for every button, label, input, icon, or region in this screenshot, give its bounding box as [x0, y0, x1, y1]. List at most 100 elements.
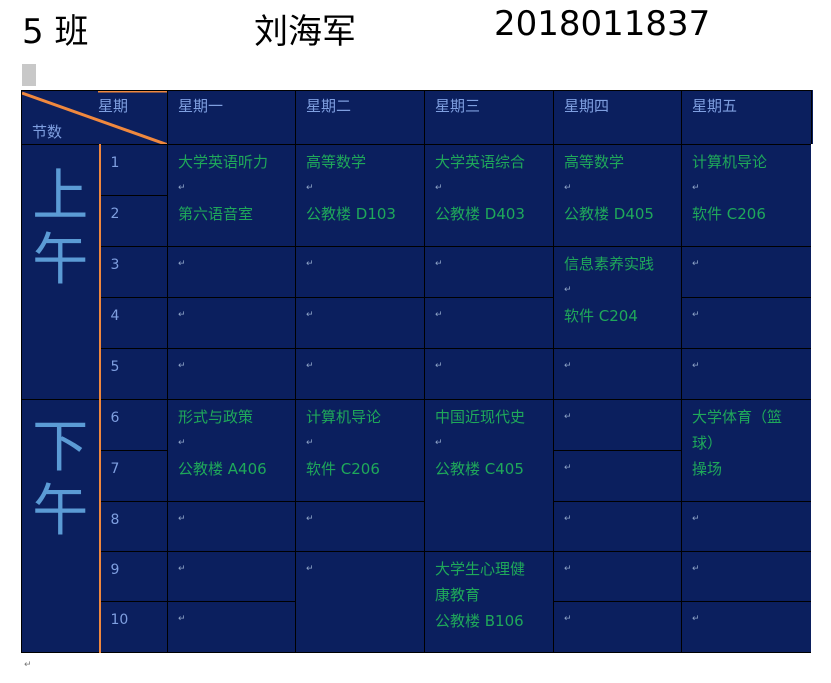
empty-cell: ↵ [553, 601, 682, 653]
paragraph-mark: ↵ [306, 361, 314, 371]
paragraph-mark: ↵ [692, 310, 700, 320]
course-block: 计算机导论 ↵ 软件 C206 [683, 146, 810, 228]
text-cursor [22, 64, 36, 86]
day-header-mon: 星期一 [167, 90, 296, 145]
paragraph-mark: ↵ [435, 259, 443, 269]
paragraph-mark: ↵ [564, 285, 572, 295]
empty-cell: ↵ [167, 551, 296, 602]
period-number: 7 [110, 461, 120, 477]
empty-cell: ↵ [167, 501, 296, 552]
course-block: 大学英语综合 ↵ 公教楼 D403 [426, 146, 553, 228]
empty-cell: ↵ [681, 297, 813, 349]
course-block: 形式与政策 ↵ 公教楼 A406 [169, 401, 295, 483]
empty-cell: ↵ [424, 297, 554, 349]
paragraph-mark: ↵ [306, 183, 314, 193]
afternoon-label: 下午 [32, 415, 89, 544]
course-cell-mon-pm: 形式与政策 ↵ 公教楼 A406 [167, 399, 296, 502]
paragraph-mark: ↵ [564, 614, 572, 624]
paragraph-mark: ↵ [178, 310, 186, 320]
course-room: 软件 C206 [306, 460, 380, 478]
course-room: 第六语音室 [178, 205, 254, 223]
empty-cell: ↵ [553, 348, 682, 400]
course-name: 大学英语听力 [178, 153, 269, 171]
paragraph-mark: ↵ [564, 183, 572, 193]
morning-label: 上午 [32, 164, 89, 293]
course-cell-mon-am: 大学英语听力 ↵ 第六语音室 [167, 144, 296, 247]
class-label: 5 班 [22, 12, 89, 52]
period-number: 1 [110, 155, 120, 171]
morning-cell: 上午 [21, 144, 100, 400]
paragraph-mark: ↵ [692, 614, 700, 624]
empty-cell: ↵ [295, 551, 425, 653]
empty-cell: ↵ [681, 246, 813, 298]
paragraph-mark: ↵ [564, 514, 572, 524]
period-cell: 10 [98, 601, 168, 653]
course-name: 高等数学 [564, 153, 625, 171]
course-cell-wed-am: 大学英语综合 ↵ 公教楼 D403 [424, 144, 554, 247]
timetable: 星期 节数 星期一 星期二 星期三 星期四 星期五 上午 1 大学英语听力 ↵ 第六… [21, 90, 813, 653]
day-label: 星期五 [692, 97, 738, 115]
period-number: 9 [110, 562, 120, 578]
period-number: 4 [110, 308, 120, 324]
paragraph-mark: ↵ [178, 438, 186, 448]
course-block: 中国近现代史 ↵ 公教楼 C405 [426, 401, 553, 483]
course-cell-wed-910: 大学生心理健 康教育 公教楼 B106 [424, 551, 554, 653]
period-number: 5 [110, 359, 120, 375]
paragraph-mark: ↵ [24, 660, 32, 670]
empty-cell: ↵ [681, 551, 813, 602]
paragraph-mark: ↵ [435, 183, 443, 193]
paragraph-mark: ↵ [178, 361, 186, 371]
course-name: 中国近现代史 [435, 408, 526, 426]
course-name: 大学体育（篮 [692, 408, 783, 426]
day-label: 星期二 [306, 97, 352, 115]
empty-cell: ↵ [553, 551, 682, 602]
course-cell-thu-am: 高等数学 ↵ 公教楼 D405 [553, 144, 682, 247]
empty-cell: ↵ [167, 246, 296, 298]
empty-cell: ↵ [553, 450, 682, 502]
day-header-thu: 星期四 [553, 90, 682, 145]
paragraph-mark: ↵ [306, 564, 314, 574]
paragraph-mark: ↵ [692, 564, 700, 574]
course-cell-thu-34: 信息素养实践 ↵ 软件 C204 [553, 246, 682, 349]
corner-period-label: 节数 [32, 123, 63, 141]
empty-cell: ↵ [681, 601, 813, 653]
course-room: 公教楼 B106 [435, 612, 524, 630]
course-name-cont: 康教育 [435, 586, 481, 604]
course-room: 公教楼 C405 [435, 460, 524, 478]
paragraph-mark: ↵ [178, 614, 186, 624]
day-header-wed: 星期三 [424, 90, 554, 145]
course-name: 信息素养实践 [564, 255, 655, 273]
paragraph-mark: ↵ [564, 361, 572, 371]
course-name: 高等数学 [306, 153, 367, 171]
course-block: 高等数学 ↵ 公教楼 D103 [297, 146, 424, 228]
period-cell: 7 [98, 450, 168, 502]
period-cell: 2 [98, 195, 168, 247]
paragraph-mark: ↵ [306, 438, 314, 448]
paragraph-mark: ↵ [692, 361, 700, 371]
course-cell-tue-am: 高等数学 ↵ 公教楼 D103 [295, 144, 425, 247]
course-cell-tue-pm: 计算机导论 ↵ 软件 C206 [295, 399, 425, 502]
empty-cell: ↵ [295, 501, 425, 552]
course-block: 大学体育（篮 球） 操场 [683, 401, 810, 483]
paragraph-mark: ↵ [564, 564, 572, 574]
course-cell-fri-am: 计算机导论 ↵ 软件 C206 [681, 144, 813, 247]
course-cell-wed-pm: 中国近现代史 ↵ 公教楼 C405 [424, 399, 554, 552]
period-cell: 9 [98, 551, 168, 602]
period-cell: 1 [98, 144, 168, 196]
paragraph-mark: ↵ [306, 514, 314, 524]
period-number: 3 [110, 257, 120, 273]
paragraph-mark: ↵ [692, 183, 700, 193]
day-header-tue: 星期二 [295, 90, 425, 145]
course-block: 高等数学 ↵ 公教楼 D405 [555, 146, 681, 228]
corner-cell: 星期 节数 [21, 90, 168, 145]
empty-cell: ↵ [167, 348, 296, 400]
period-cell: 8 [98, 501, 168, 552]
empty-cell: ↵ [681, 348, 813, 400]
paragraph-mark: ↵ [564, 463, 572, 473]
day-header-fri: 星期五 [681, 90, 812, 145]
course-name: 计算机导论 [692, 153, 768, 171]
course-room: 操场 [692, 460, 723, 478]
paragraph-mark: ↵ [564, 412, 572, 422]
document-header: 5 班 刘海军 2018011837 [22, 4, 822, 52]
course-cell-fri-pm: 大学体育（篮 球） 操场 [681, 399, 813, 502]
